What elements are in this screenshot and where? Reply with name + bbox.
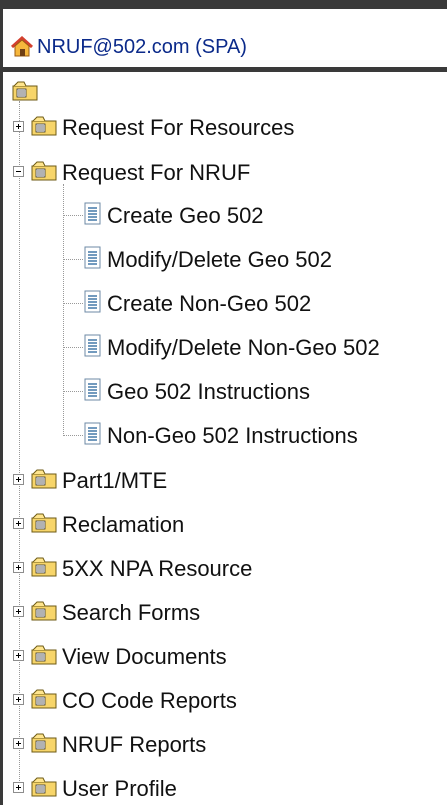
tree-item-non-geo-502-instructions[interactable]: Non-Geo 502 Instructions [3,416,447,454]
folder-icon [31,733,57,753]
expand-icon[interactable] [13,782,24,793]
document-icon [84,202,101,225]
expand-icon[interactable] [13,738,24,749]
account-header: NRUF@502.com (SPA) [3,9,447,67]
tree-item-geo-502-instructions[interactable]: Geo 502 Instructions [3,372,447,410]
folder-icon [31,469,57,489]
folder-icon [31,513,57,533]
folder-icon [31,557,57,577]
tree-item-modify-delete-non-geo-502[interactable]: Modify/Delete Non-Geo 502 [3,328,447,366]
folder-icon [31,645,57,665]
expand-icon[interactable] [13,474,24,485]
top-frame-border [0,0,447,9]
folder-icon [31,689,57,709]
tree-item-request-for-nruf[interactable]: Request For NRUF [3,153,447,191]
expand-icon[interactable] [13,518,24,529]
tree-item-user-profile[interactable]: User Profile [3,769,447,807]
tree-item-create-non-geo-502[interactable]: Create Non-Geo 502 [3,284,447,322]
document-icon [84,246,101,269]
tree-item-modify-delete-geo-502[interactable]: Modify/Delete Geo 502 [3,240,447,278]
expand-icon[interactable] [13,694,24,705]
tree-item-part1-mte[interactable]: Part1/MTE [3,461,447,499]
document-icon [84,290,101,313]
folder-icon [31,116,57,136]
folder-icon [31,601,57,621]
folder-icon [31,777,57,797]
document-icon [84,378,101,401]
tree-item-create-geo-502[interactable]: Create Geo 502 [3,196,447,234]
expand-icon[interactable] [13,606,24,617]
tree-item-nruf-reports[interactable]: NRUF Reports [3,725,447,763]
tree-item-view-documents[interactable]: View Documents [3,637,447,675]
document-icon [84,334,101,357]
expand-icon[interactable] [13,650,24,661]
document-icon [84,422,101,445]
open-folder-icon [31,161,57,181]
home-icon[interactable] [10,36,34,58]
tree-item-5xx-npa-resource[interactable]: 5XX NPA Resource [3,549,447,587]
collapse-icon[interactable] [13,166,24,177]
root-folder-icon [12,81,38,101]
expand-icon[interactable] [13,121,24,132]
tree-item-co-code-reports[interactable]: CO Code Reports [3,681,447,719]
account-link[interactable]: NRUF@502.com (SPA) [37,35,247,59]
tree-item-request-for-resources[interactable]: Request For Resources [3,108,447,146]
tree-item-reclamation[interactable]: Reclamation [3,505,447,543]
tree-item-search-forms[interactable]: Search Forms [3,593,447,631]
expand-icon[interactable] [13,562,24,573]
navigation-tree: Request For Resources Request For NRUF C… [3,72,447,805]
